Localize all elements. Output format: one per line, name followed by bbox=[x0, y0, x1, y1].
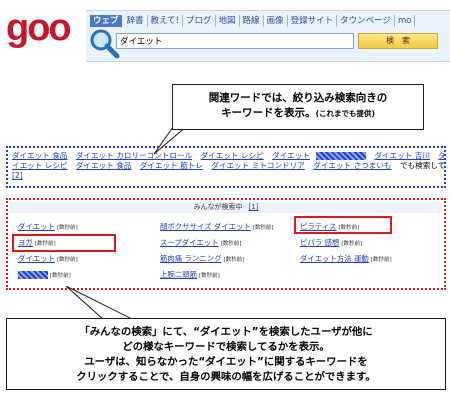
callout-popular-line1: 「みんなの検索」にて、“ダイエット”を検索したユーザが他に bbox=[79, 326, 373, 338]
masked-keyword[interactable] bbox=[316, 152, 367, 160]
list-item: スープダイエット [数秒前] bbox=[160, 238, 241, 249]
related-keyword[interactable]: ダ bbox=[438, 151, 444, 160]
time-tag: [数秒前] bbox=[50, 273, 71, 279]
search-tabs: ウェブ 辞書 教えて! ブログ 地図 路線 画像 登録サイト タウンページ mo bbox=[90, 15, 416, 27]
related-page-link[interactable]: [2] bbox=[12, 171, 23, 180]
tab-blog[interactable]: ブログ bbox=[183, 15, 216, 27]
highlight-yoga bbox=[12, 234, 116, 252]
list-item: 上腕二頭筋 [数秒前] bbox=[160, 270, 220, 281]
time-tag: [数秒前] bbox=[56, 225, 78, 231]
related-keyword[interactable]: ダイエット ミトコンドリア bbox=[211, 161, 304, 170]
popular-searches-header: みんなが検索中 [1] bbox=[10, 202, 442, 213]
time-tag: [数秒前] bbox=[56, 257, 78, 263]
tab-map[interactable]: 地図 bbox=[216, 15, 240, 27]
related-keyword[interactable]: ダイエット 吉川 bbox=[374, 151, 430, 160]
search-button[interactable]: 検 索 bbox=[358, 33, 438, 49]
popular-keyword[interactable]: 顔ボクササイズ ダイエット bbox=[160, 222, 251, 231]
related-row-2: イエット レシピ ダイエット 食品 ダイエット 筋トレ ダイエット ミトコンドリ… bbox=[12, 161, 444, 171]
popular-searches-page-link[interactable]: [1] bbox=[249, 203, 259, 211]
related-keyword[interactable]: ダイエット 筋トレ bbox=[140, 161, 203, 170]
time-tag: [数秒前] bbox=[252, 225, 274, 231]
list-item: ダイエット方法 運動 [数秒前] bbox=[300, 254, 392, 265]
highlight-pilates bbox=[294, 216, 392, 234]
callout-related-line1: 関連ワードでは、絞り込み検索向きの bbox=[208, 92, 388, 104]
time-tag: [数秒前] bbox=[341, 241, 363, 247]
popular-keyword[interactable]: ダイエット方法 運動 bbox=[300, 254, 369, 263]
related-row-1: ダイエット 食品 ダイエット カロリーコントロール ダイエット レシピ ダイエッ… bbox=[12, 151, 444, 161]
time-tag: [数秒前] bbox=[223, 257, 245, 263]
search-bar: ウェブ 辞書 教えて! ブログ 地図 路線 画像 登録サイト タウンページ mo… bbox=[86, 10, 450, 62]
list-item: [数秒前] bbox=[18, 270, 71, 281]
goo-logo[interactable]: goo bbox=[6, 8, 72, 48]
callout-related-line2-note: (これまでも提供) bbox=[315, 109, 375, 118]
related-row-3: [2] bbox=[12, 171, 440, 181]
related-keyword[interactable]: ダイエット 食品 bbox=[76, 161, 132, 170]
popular-keyword[interactable]: ピパラ 感想 bbox=[300, 238, 339, 247]
time-tag: [数秒前] bbox=[198, 273, 220, 279]
popular-keyword[interactable]: ダイエット bbox=[18, 254, 55, 263]
list-item: ピパラ 感想 [数秒前] bbox=[300, 238, 362, 249]
related-keyword[interactable]: ダイエット レシピ bbox=[201, 151, 264, 160]
popular-keyword[interactable]: 筋肉痛 ランニング bbox=[160, 254, 221, 263]
popular-keyword[interactable]: ダイエット bbox=[18, 222, 55, 231]
popular-searches-box: みんなが検索中 [1] ダイエット [数秒前] ヨガ [数秒前] ダイエット [数秒前]… bbox=[6, 198, 446, 290]
list-item: 筋肉痛 ランニング [数秒前] bbox=[160, 254, 244, 265]
callout-related-line2: キーワードを表示。(これまでも提供) bbox=[173, 106, 423, 121]
popular-keyword[interactable]: スープダイエット bbox=[160, 238, 219, 247]
tab-transit[interactable]: 路線 bbox=[240, 15, 264, 27]
related-search-note: でも検索してみる bbox=[399, 161, 446, 170]
list-item: ダイエット [数秒前] bbox=[18, 254, 78, 265]
related-keyword[interactable]: ダイエット さつまいも bbox=[313, 161, 391, 170]
callout-pointer bbox=[65, 286, 135, 321]
tab-dictionary[interactable]: 辞書 bbox=[124, 15, 148, 27]
related-keyword[interactable]: ダイエット 食品 bbox=[12, 151, 68, 160]
time-tag: [数秒前] bbox=[370, 257, 392, 263]
callout-popular-line2: どの様なキーワードで検索してるかを表示。 bbox=[122, 341, 330, 353]
list-item: ダイエット [数秒前] bbox=[18, 222, 78, 233]
tab-townpage[interactable]: タウンページ bbox=[337, 15, 395, 27]
tab-registered-sites[interactable]: 登録サイト bbox=[288, 15, 338, 27]
callout-popular-line4: クリックすることで、自身の興味の幅を広げることができます。 bbox=[76, 371, 376, 383]
callout-popular-line3: ユーザは、知らなかった“ダイエット”に関するキーワードを bbox=[84, 356, 368, 368]
tab-images[interactable]: 画像 bbox=[264, 15, 288, 27]
callout-popular-searches: 「みんなの検索」にて、“ダイエット”を検索したユーザが他に どの様なキーワードで… bbox=[6, 318, 446, 390]
popular-keyword[interactable]: 上腕二頭筋 bbox=[160, 270, 197, 279]
related-keywords-box: ダイエット 食品 ダイエット カロリーコントロール ダイエット レシピ ダイエッ… bbox=[6, 146, 446, 188]
list-item: 顔ボクササイズ ダイエット [数秒前] bbox=[160, 222, 274, 233]
popular-searches-title: みんなが検索中 bbox=[193, 203, 243, 211]
related-keyword[interactable]: ダイエット bbox=[272, 151, 310, 160]
search-input[interactable]: ダイエット bbox=[116, 33, 354, 49]
time-tag: [数秒前] bbox=[220, 241, 242, 247]
callout-related-words: 関連ワードでは、絞り込み検索向きの キーワードを表示。(これまでも提供) bbox=[172, 84, 424, 130]
related-keyword[interactable]: イエット レシピ bbox=[12, 161, 68, 170]
tab-more[interactable]: mo bbox=[395, 15, 416, 27]
callout-related-line2-main: キーワードを表示。 bbox=[221, 107, 316, 119]
masked-keyword[interactable] bbox=[18, 271, 48, 279]
tab-oshiete[interactable]: 教えて! bbox=[148, 15, 184, 27]
